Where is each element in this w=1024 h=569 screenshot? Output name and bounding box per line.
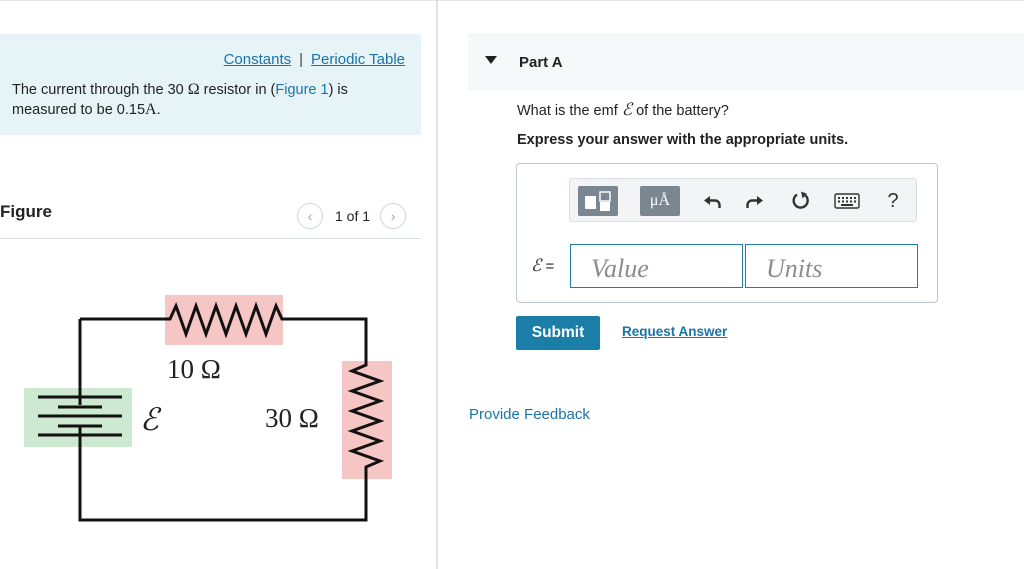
figure-title: Figure [0,202,52,221]
keyboard-icon [834,193,860,209]
reset-button[interactable] [788,189,814,213]
undo-button[interactable] [699,189,725,213]
units-label: μÅ [649,192,671,209]
undo-icon [704,196,721,208]
help-button[interactable]: ? [880,189,906,213]
figure-page-indicator: 1 of 1 [335,208,371,224]
answer-box: μÅ ? ℰ = Value Units [516,163,938,303]
question-post: of the battery? [632,103,729,119]
chevron-left-icon: ‹ [307,208,313,224]
next-figure-button[interactable]: › [380,203,407,229]
resistor-10-label: 10 Ω [167,354,221,384]
problem-text: The current through the 30 Ω resistor in… [12,80,407,120]
keyboard-button[interactable] [832,189,862,213]
part-a-title: Part A [519,54,563,71]
figure-reference-link[interactable]: Figure 1 [275,82,328,98]
periodic-table-link[interactable]: Periodic Table [311,51,405,68]
problem-text-end: . [156,102,161,118]
redo-button[interactable] [742,189,768,213]
templates-button[interactable] [578,186,618,216]
value-input[interactable] [570,244,743,288]
part-a-header[interactable]: Part A [468,34,1024,90]
templates-icon [585,191,611,211]
battery-emf-label: ℰ [140,402,162,437]
units-input[interactable] [745,244,918,288]
problem-text-part1: The current through the 30 [12,82,188,98]
request-answer-link[interactable]: Request Answer [622,324,727,339]
top-border [0,0,1024,1]
equation-label: ℰ = [531,256,554,276]
collapse-triangle-icon[interactable] [485,56,497,64]
emf-symbol: ℰ [621,100,633,119]
question-pre: What is the emf [517,103,622,119]
equation-symbol: ℰ [531,256,542,275]
chevron-right-icon: › [390,208,396,224]
help-icon: ? [887,189,899,212]
question-text: What is the emf ℰ of the battery? [517,100,729,120]
prev-figure-button[interactable]: ‹ [297,203,323,229]
link-separator: | [299,51,304,68]
provide-feedback-link[interactable]: Provide Feedback [469,406,590,423]
panel-divider [436,0,438,569]
figure-pager: ‹ 1 of 1 › [297,203,407,229]
figure-divider [0,238,421,239]
circuit-diagram: 10 Ω 30 Ω ℰ [24,295,392,522]
ohm-symbol: Ω [187,81,200,98]
resistor-30-label: 30 Ω [265,403,319,433]
resource-links: Constants | Periodic Table [224,51,405,68]
problem-statement-box: Constants | Periodic Table The current thr… [0,34,421,135]
math-toolbar: μÅ ? [569,178,917,222]
equation-equals: = [545,258,555,275]
units-button[interactable]: μÅ [640,186,680,216]
constants-link[interactable]: Constants [224,51,292,68]
submit-button[interactable]: Submit [516,316,600,350]
resistor-10-highlight [165,295,283,345]
redo-icon [746,196,763,208]
amp-unit: A [145,101,157,118]
reset-icon [792,191,809,209]
problem-text-part2: resistor in ( [199,82,276,98]
resistor-30-highlight [342,361,392,479]
answer-instruction: Express your answer with the appropriate… [517,132,849,148]
